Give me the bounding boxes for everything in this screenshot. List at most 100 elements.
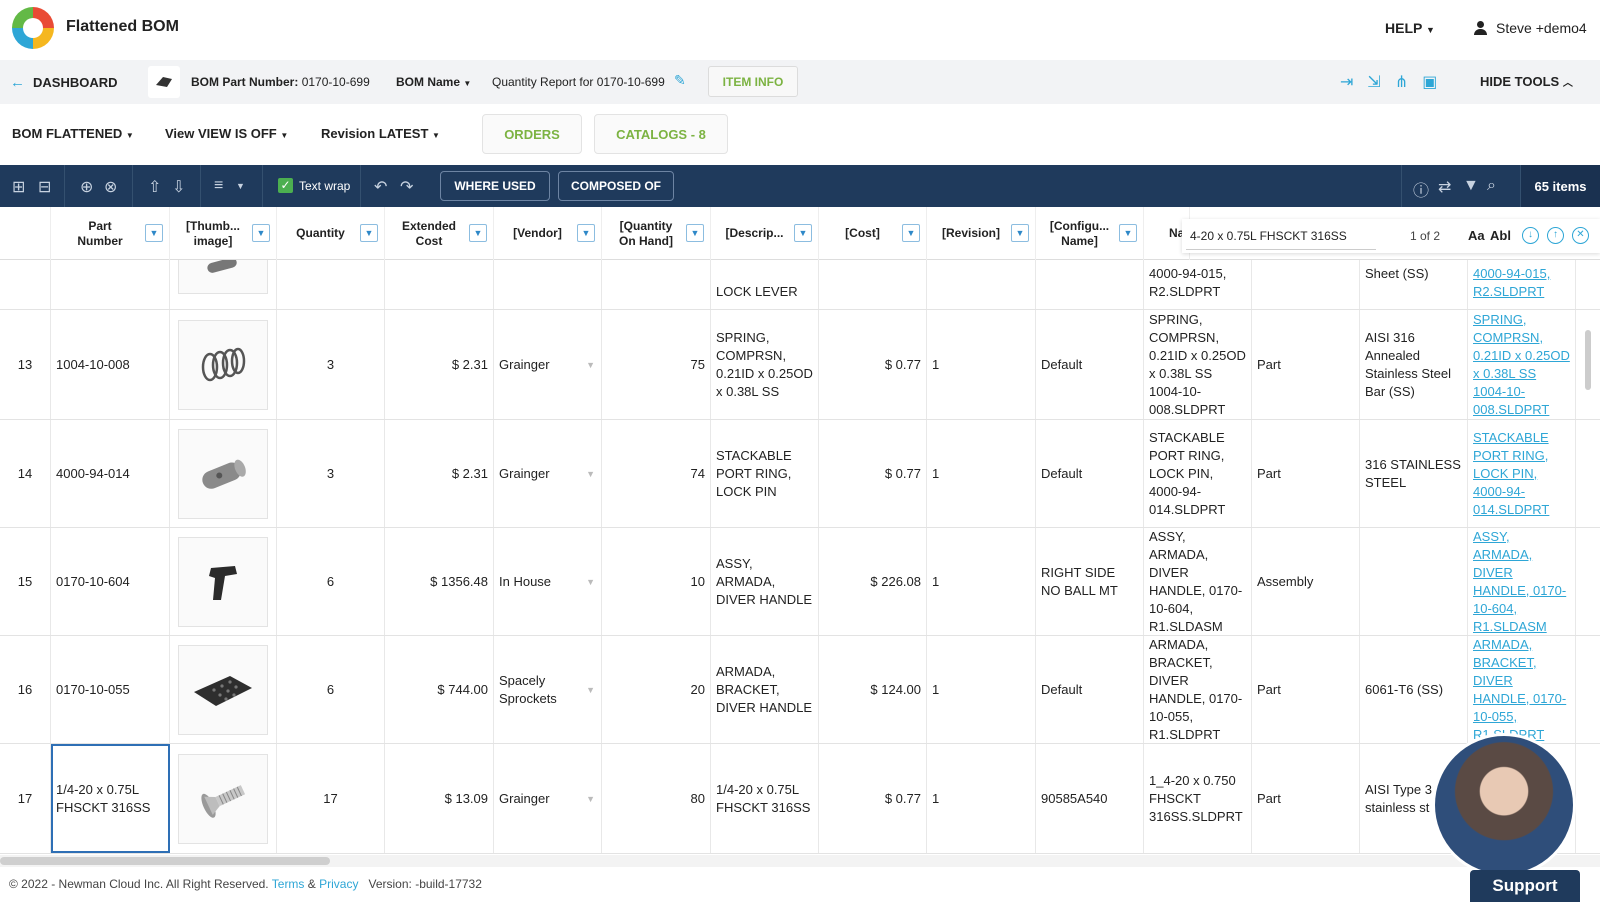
file-link[interactable]: ASSY, ARMADA, DIVER HANDLE, 0170-10-604,…: [1473, 528, 1570, 635]
where-used-button[interactable]: WHERE USED: [440, 171, 550, 201]
text-wrap-toggle[interactable]: ✓ Text wrap: [278, 178, 350, 193]
revision-cell[interactable]: 1: [927, 528, 1036, 635]
material-cell[interactable]: Sheet (SS): [1360, 260, 1468, 309]
delete-column-icon[interactable]: ⊗: [104, 177, 117, 197]
swap-icon[interactable]: ⇄: [1438, 177, 1451, 197]
table-row[interactable]: 13 1004-10-008 3 $ 2.31 Grainger ▼ 75 SPR…: [0, 310, 1600, 420]
thumbnail-cell[interactable]: [170, 420, 277, 527]
header-quantity-on-hand[interactable]: [Quantity On Hand] ▼: [602, 207, 711, 260]
config-cell[interactable]: [1036, 260, 1144, 309]
header-quantity[interactable]: Quantity ▼: [277, 207, 385, 260]
header-config-name[interactable]: [Configu... Name] ▼: [1036, 207, 1144, 260]
file-link[interactable]: ARMADA, BRACKET, DIVER HANDLE, 0170-10-0…: [1473, 636, 1570, 743]
thumbnail-cell[interactable]: [170, 310, 277, 419]
description-cell[interactable]: 1/4-20 x 0.75L FHSCKT 316SS: [711, 744, 819, 853]
description-cell[interactable]: STACKABLE PORT RING, LOCK PIN: [711, 420, 819, 527]
align-icon[interactable]: ≡: [214, 177, 223, 195]
vendor-cell[interactable]: Grainger ▼: [494, 310, 602, 419]
find-previous-icon[interactable]: ↑: [1547, 227, 1564, 244]
vendor-cell[interactable]: Spacely Sprockets ▼: [494, 636, 602, 743]
chevron-down-icon[interactable]: ▼: [586, 356, 595, 374]
file-link[interactable]: SPRING, COMPRSN, 0.21ID x 0.25OD x 0.38L…: [1473, 311, 1570, 419]
revision-dropdown[interactable]: Revision LATEST ▼: [321, 126, 440, 141]
tree-expand-icon[interactable]: ⊞: [12, 177, 25, 197]
header-part-number[interactable]: Part Number ▼: [51, 207, 170, 260]
move-up-icon[interactable]: ⇧: [148, 177, 161, 197]
description-cell[interactable]: ASSY, ARMADA, DIVER HANDLE: [711, 528, 819, 635]
composed-of-button[interactable]: COMPOSED OF: [558, 171, 674, 201]
quantity-cell[interactable]: 6: [277, 636, 385, 743]
header-extended-cost[interactable]: Extended Cost ▼: [385, 207, 494, 260]
header-description[interactable]: [Descrip... ▼: [711, 207, 819, 260]
undo-icon[interactable]: ↶: [374, 177, 387, 197]
chevron-down-icon[interactable]: ▼: [586, 681, 595, 699]
user-menu[interactable]: Steve +demo4: [1474, 20, 1587, 36]
file-link-cell[interactable]: STACKABLE PORT RING, LOCK PIN, 4000-94-0…: [1468, 420, 1576, 527]
material-cell[interactable]: 6061-T6 (SS): [1360, 636, 1468, 743]
close-find-icon[interactable]: ✕: [1572, 227, 1589, 244]
table-row[interactable]: 16 0170-10-055 6 $ 744.00 Spacely Sprock…: [0, 636, 1600, 744]
redo-icon[interactable]: ↷: [400, 177, 413, 197]
config-cell[interactable]: 90585A540: [1036, 744, 1144, 853]
hide-tools-button[interactable]: HIDE TOOLS ︿: [1480, 74, 1573, 89]
file-link-cell[interactable]: SPRING, COMPRSN, 0.21ID x 0.25OD x 0.38L…: [1468, 310, 1576, 419]
chevron-down-icon[interactable]: ▼: [586, 465, 595, 483]
cost-cell[interactable]: $ 0.77: [819, 744, 927, 853]
file-link[interactable]: STACKABLE PORT RING, LOCK PIN, 4000-94-0…: [1473, 429, 1570, 519]
privacy-link[interactable]: Privacy: [319, 877, 358, 891]
cost-cell[interactable]: $ 0.77: [819, 420, 927, 527]
find-next-icon[interactable]: ↓: [1522, 227, 1539, 244]
description-cell[interactable]: ARMADA, BRACKET, DIVER HANDLE: [711, 636, 819, 743]
name-cell[interactable]: STACKABLE PORT RING, LOCK PIN, 4000-94-0…: [1144, 420, 1252, 527]
app-logo[interactable]: [12, 7, 54, 49]
vendor-cell[interactable]: [494, 260, 602, 309]
table-row[interactable]: 14 4000-94-014 3 $ 2.31 Grainger ▼ 74 STA…: [0, 420, 1600, 528]
horizontal-scrollbar[interactable]: [0, 855, 1600, 867]
vendor-cell[interactable]: In House ▼: [494, 528, 602, 635]
share-icon[interactable]: ⋔: [1395, 72, 1408, 92]
vendor-cell[interactable]: Grainger ▼: [494, 744, 602, 853]
revision-cell[interactable]: 1: [927, 420, 1036, 527]
column-filter-icon[interactable]: ▼: [686, 224, 704, 242]
file-link-cell[interactable]: ASSY, ARMADA, DIVER HANDLE, 0170-10-604,…: [1468, 528, 1576, 635]
cost-cell[interactable]: $ 0.77: [819, 310, 927, 419]
description-cell[interactable]: LOCK LEVER: [711, 260, 819, 309]
thumbnail-cell[interactable]: [170, 528, 277, 635]
config-cell[interactable]: RIGHT SIDE NO BALL MT: [1036, 528, 1144, 635]
bom-thumbnail-icon[interactable]: [148, 66, 180, 98]
cost-cell[interactable]: [819, 260, 927, 309]
name-cell[interactable]: 1_4-20 x 0.750 FHSCKT 316SS.SLDPRT: [1144, 744, 1252, 853]
help-menu[interactable]: HELP ▼: [1385, 20, 1435, 36]
cost-cell[interactable]: $ 226.08: [819, 528, 927, 635]
edit-pencil-icon[interactable]: ✎: [674, 72, 686, 89]
header-cost[interactable]: [Cost] ▼: [819, 207, 927, 260]
name-cell[interactable]: ASSY, ARMADA, DIVER HANDLE, 0170-10-604,…: [1144, 528, 1252, 635]
filter-icon[interactable]: ▼: [1463, 177, 1479, 195]
on-hand-cell[interactable]: 10: [602, 528, 711, 635]
cost-cell[interactable]: $ 124.00: [819, 636, 927, 743]
chevron-down-icon[interactable]: ▼: [586, 573, 595, 591]
column-filter-icon[interactable]: ▼: [902, 224, 920, 242]
header-thumbnail[interactable]: [Thumb... image] ▼: [170, 207, 277, 260]
column-filter-icon[interactable]: ▼: [577, 224, 595, 242]
thumbnail-cell[interactable]: [170, 636, 277, 743]
file-link-cell[interactable]: 4000-94-015, R2.SLDPRT: [1468, 260, 1576, 309]
revision-cell[interactable]: [927, 260, 1036, 309]
table-row[interactable]: LOCK LEVER 4000-94-015, R2.SLDPRT Sheet …: [0, 260, 1600, 310]
material-cell[interactable]: AISI 316 Annealed Stainless Steel Bar (S…: [1360, 310, 1468, 419]
search-icon[interactable]: ⌕: [1487, 177, 1496, 195]
quantity-cell[interactable]: [277, 260, 385, 309]
table-row[interactable]: 17 1/4-20 x 0.75L FHSCKT 316SS 17 $ 13.0…: [0, 744, 1600, 854]
bom-name-dropdown[interactable]: BOM Name ▼: [396, 75, 471, 89]
table-row[interactable]: 15 0170-10-604 6 $ 1356.48 In House ▼ 10 …: [0, 528, 1600, 636]
quantity-cell[interactable]: 17: [277, 744, 385, 853]
column-filter-icon[interactable]: ▼: [145, 224, 163, 242]
chevron-down-icon[interactable]: ▼: [236, 181, 245, 191]
on-hand-cell[interactable]: 20: [602, 636, 711, 743]
thumbnail-cell[interactable]: [170, 260, 277, 309]
revision-cell[interactable]: 1: [927, 310, 1036, 419]
vendor-cell[interactable]: Grainger ▼: [494, 420, 602, 527]
match-case-toggle[interactable]: Aa: [1468, 228, 1485, 243]
on-hand-cell[interactable]: 75: [602, 310, 711, 419]
part-number-cell[interactable]: 4000-94-014: [51, 420, 170, 527]
